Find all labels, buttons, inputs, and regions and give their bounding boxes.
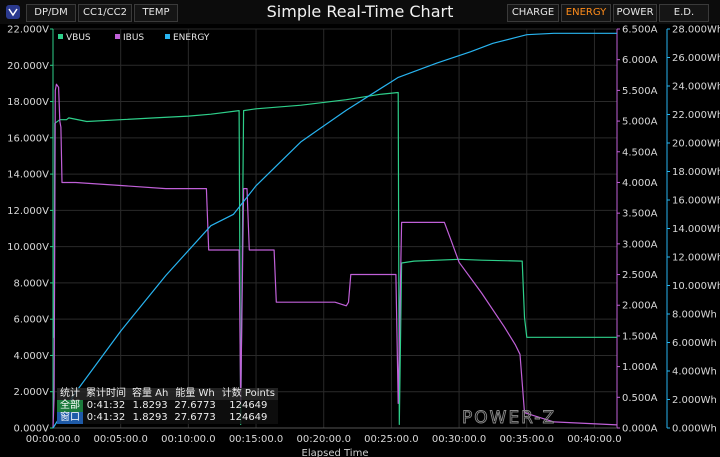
ibus-tick-label: 3.500A xyxy=(622,209,658,220)
stats-header: 计数 Points xyxy=(218,388,278,400)
energy-tick-label: 6.000Wh xyxy=(672,338,717,349)
ibus-tick-label: 0.000A xyxy=(622,424,658,435)
ibus-tick-label: 1.500A xyxy=(622,331,658,342)
vbus-tick-label: 4.000V xyxy=(14,351,50,362)
energy-tick-label: 24.000Wh xyxy=(672,82,720,93)
stats-cell: 27.6773 xyxy=(171,412,219,424)
time-tick-label: 00:30:00.0 xyxy=(432,434,486,445)
vbus-tick-label: 14.000V xyxy=(7,170,49,181)
ibus-tick-label: 4.000A xyxy=(622,178,658,189)
legend: VBUS IBUS ENERGY xyxy=(58,33,210,43)
tab-ed[interactable]: E.D. xyxy=(659,4,709,22)
vbus-legend-label: VBUS xyxy=(66,33,91,43)
tab-energy[interactable]: ENERGY xyxy=(561,4,611,22)
tab-cc1-cc2[interactable]: CC1/CC2 xyxy=(78,4,132,22)
energy-tick-label: 28.000Wh xyxy=(672,25,720,36)
energy-tick-label: 18.000Wh xyxy=(672,167,720,178)
energy-legend-label: ENERGY xyxy=(173,33,210,43)
ibus-legend-swatch xyxy=(115,34,120,39)
energy-tick-label: 16.000Wh xyxy=(672,196,720,207)
ibus-axis-ticks: 0.000A 0.500A 1.000A 1.500A 2.000A 2.500A 3.00… xyxy=(617,25,658,435)
energy-tick-label: 12.000Wh xyxy=(672,253,720,264)
stats-header: 累计时间 xyxy=(83,388,129,400)
energy-tick-label: 20.000Wh xyxy=(672,139,720,150)
energy-tick-label: 4.000Wh xyxy=(672,367,717,378)
stats-cell: 124649 xyxy=(218,400,278,412)
vbus-tick-label: 2.000V xyxy=(14,387,50,398)
ibus-tick-label: 2.000A xyxy=(622,301,658,312)
energy-series-line xyxy=(52,32,617,429)
stats-cell: 124649 xyxy=(218,412,278,424)
energy-axis-ticks: 0.000Wh 2.000Wh 4.000Wh 6.000Wh 8.000Wh 10.00… xyxy=(667,25,720,435)
vbus-tick-label: 12.000V xyxy=(7,206,49,217)
energy-tick-label: 22.000Wh xyxy=(672,110,720,121)
ibus-tick-label: 3.000A xyxy=(622,239,658,250)
vbus-axis-ticks: 0.000V 2.000V 4.000V 6.000V 8.000V 10.000V 12.… xyxy=(7,25,49,435)
time-tick-label: 00:00:00.0 xyxy=(26,434,80,445)
stats-header: 能量 Wh xyxy=(171,388,219,400)
vbus-tick-label: 8.000V xyxy=(14,278,50,289)
stats-cell: 0:41:32 xyxy=(83,400,129,412)
x-axis-label: Elapsed Time xyxy=(302,448,369,457)
vbus-tick-label: 6.000V xyxy=(14,315,50,326)
stats-header: 统计 xyxy=(57,388,83,400)
stats-cell: 1.8293 xyxy=(129,400,172,412)
ibus-tick-label: 6.000A xyxy=(622,55,658,66)
ibus-legend-label: IBUS xyxy=(123,33,144,43)
stats-cell: 27.6773 xyxy=(171,400,219,412)
chart-title: Simple Real-Time Chart xyxy=(266,2,454,21)
time-tick-label: 00:10:00.0 xyxy=(161,434,215,445)
tab-charge[interactable]: CHARGE xyxy=(507,4,559,22)
time-tick-label: 00:15:00.0 xyxy=(229,434,283,445)
stats-header: 容量 Ah xyxy=(129,388,172,400)
ibus-tick-label: 1.000A xyxy=(622,362,658,373)
vbus-tick-label: 16.000V xyxy=(7,133,49,144)
vbus-tick-label: 20.000V xyxy=(7,61,49,72)
energy-tick-label: 0.000Wh xyxy=(672,424,717,435)
ibus-tick-label: 4.500A xyxy=(622,147,658,158)
app-logo-icon[interactable] xyxy=(5,4,21,20)
ibus-tick-label: 6.500A xyxy=(622,25,658,36)
stats-cell: 0:41:32 xyxy=(83,412,129,424)
stats-row-label: 全部 xyxy=(57,400,83,412)
energy-legend-swatch xyxy=(165,34,170,39)
tab-dp-dm[interactable]: DP/DM xyxy=(26,4,76,22)
stats-cell: 1.8293 xyxy=(129,412,172,424)
tab-temp[interactable]: TEMP xyxy=(134,4,178,22)
ibus-tick-label: 5.000A xyxy=(622,117,658,128)
axis-lines xyxy=(52,29,668,429)
energy-tick-label: 26.000Wh xyxy=(672,53,720,64)
energy-tick-label: 14.000Wh xyxy=(672,224,720,235)
ibus-tick-label: 0.500A xyxy=(622,393,658,404)
energy-tick-label: 2.000Wh xyxy=(672,395,717,406)
stats-table: 统计 累计时间 容量 Ah 能量 Wh 计数 Points 全部 0:41:32… xyxy=(57,388,278,424)
time-tick-label: 00:20:00.0 xyxy=(296,434,350,445)
grid-lines xyxy=(50,28,617,429)
power-z-watermark: POWER-Z xyxy=(462,408,556,428)
time-tick-label: 00:05:00.0 xyxy=(93,434,147,445)
ibus-tick-label: 2.500A xyxy=(622,270,658,281)
time-tick-label: 00:25:00.0 xyxy=(364,434,418,445)
vbus-tick-label: 18.000V xyxy=(7,97,49,108)
ibus-series-line xyxy=(52,83,618,429)
energy-tick-label: 10.000Wh xyxy=(672,281,720,292)
watermark-logo-text: POWER-Z xyxy=(462,408,556,428)
stats-row-label: 窗口 xyxy=(57,412,83,424)
energy-tick-label: 8.000Wh xyxy=(672,310,717,321)
time-tick-label: 00:40:00.0 xyxy=(567,434,621,445)
vbus-tick-label: 0.000V xyxy=(14,424,50,435)
series-layer xyxy=(52,32,618,429)
time-tick-label: 00:35:00.0 xyxy=(500,434,554,445)
top-bar: DP/DM CC1/CC2 TEMP Simple Real-Time Char… xyxy=(0,0,720,24)
vbus-tick-label: 10.000V xyxy=(7,242,49,253)
time-axis-ticks: 00:00:00.0 00:05:00.0 00:10:00.0 00:15:00.0… xyxy=(26,434,622,445)
vbus-tick-label: 22.000V xyxy=(7,25,49,36)
ibus-tick-label: 5.500A xyxy=(622,86,658,97)
tab-power[interactable]: POWER xyxy=(613,4,657,22)
vbus-series-line xyxy=(53,91,617,425)
vbus-legend-swatch xyxy=(58,34,63,39)
